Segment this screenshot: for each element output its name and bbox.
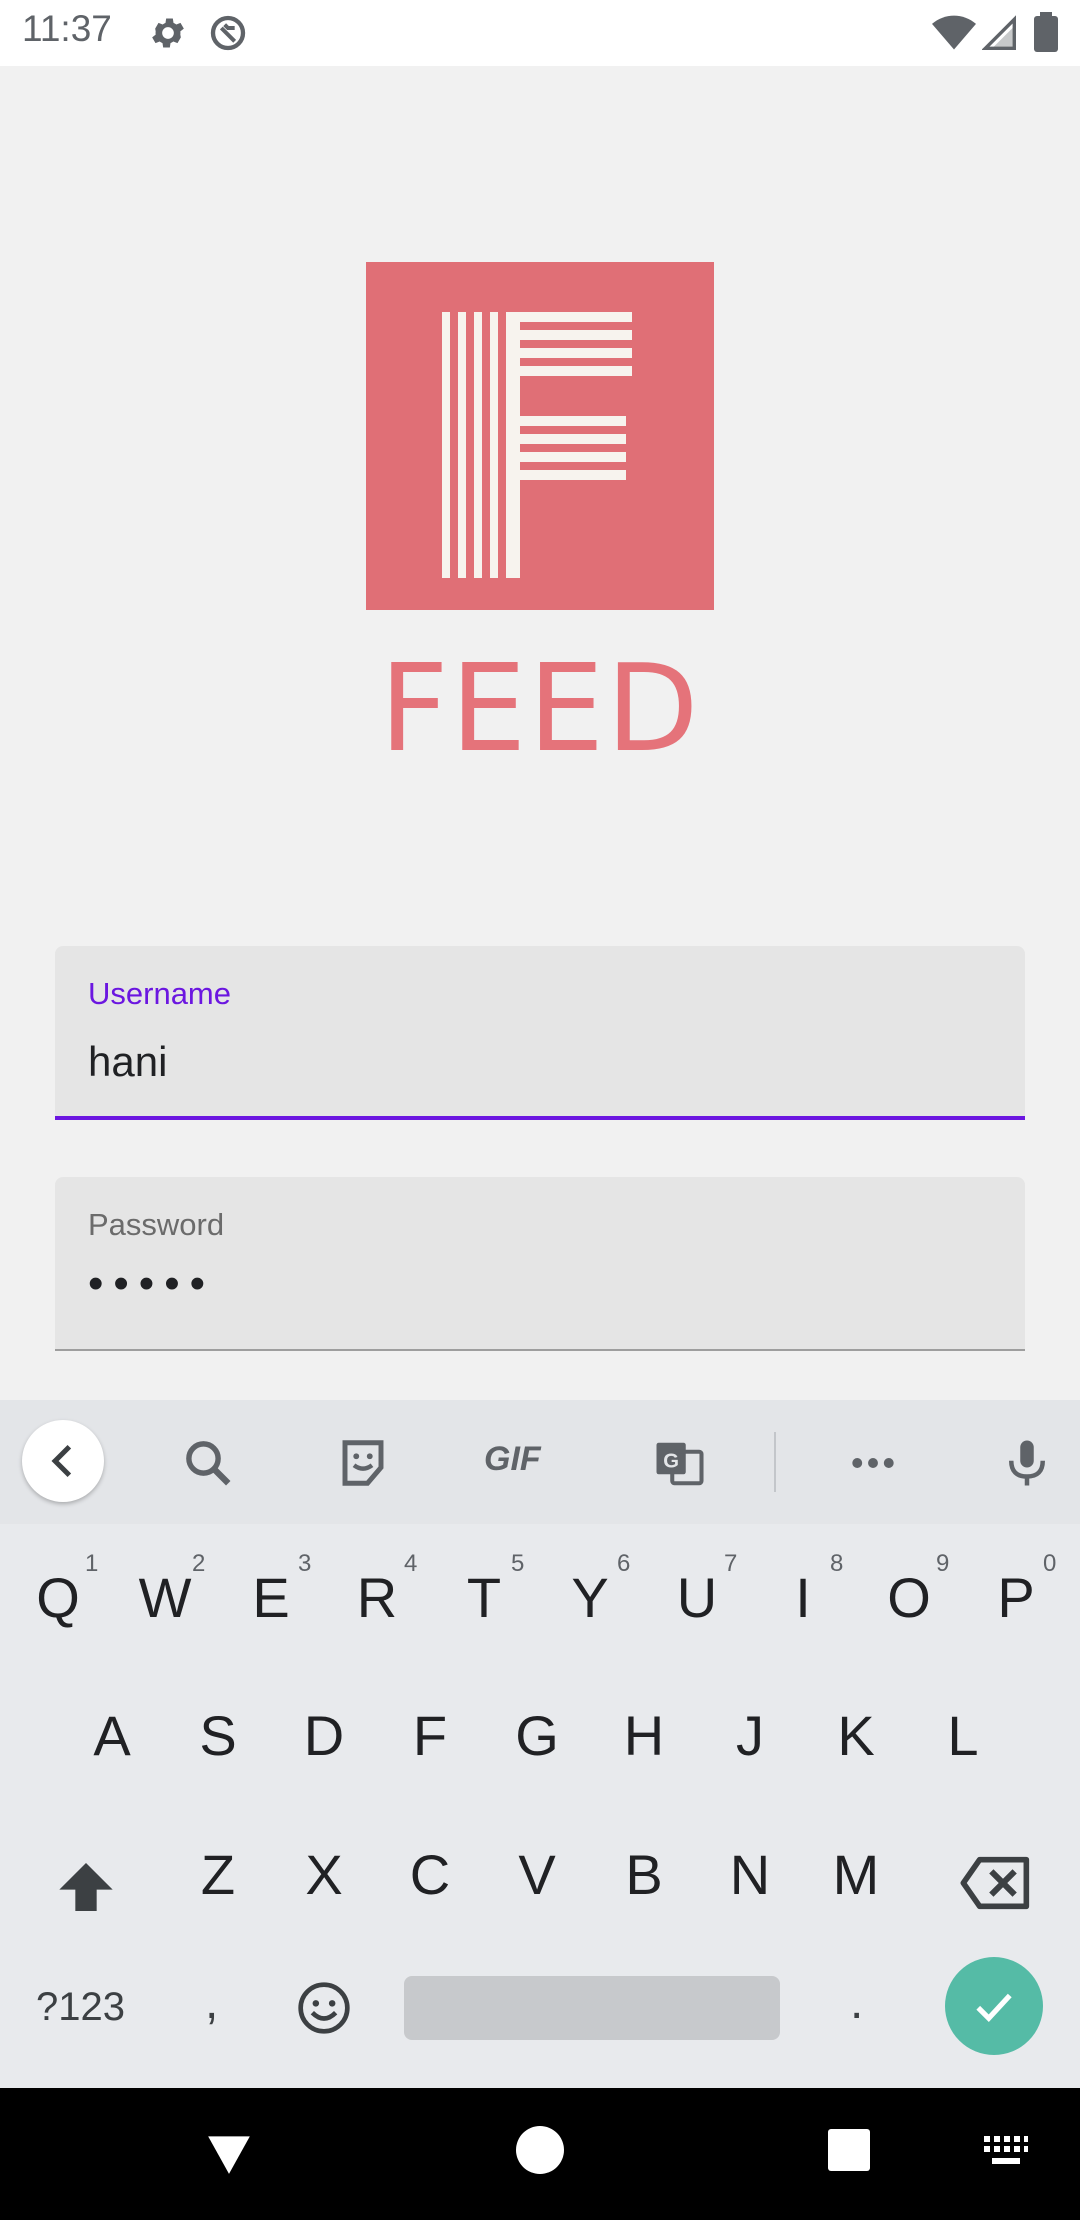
enter-button[interactable] (945, 1957, 1043, 2055)
username-value[interactable]: hani (88, 1038, 167, 1086)
wifi-icon (932, 15, 976, 50)
password-field[interactable]: Password ••••• (55, 1177, 1025, 1351)
key-h[interactable]: H (599, 1703, 689, 1768)
key-g[interactable]: G (492, 1703, 582, 1768)
shift-icon[interactable] (54, 1855, 118, 1919)
key-hint-2: 2 (192, 1550, 206, 1577)
battery-icon (1034, 12, 1058, 52)
signal-icon (982, 15, 1016, 50)
collapse-button[interactable] (22, 1420, 104, 1502)
mic-icon[interactable] (1000, 1436, 1054, 1490)
toolbar-divider (774, 1432, 776, 1492)
back-icon[interactable] (204, 2128, 254, 2178)
status-time: 11:37 (22, 8, 112, 49)
key-hint-0: 0 (1043, 1550, 1057, 1577)
key-z[interactable]: Z (173, 1842, 263, 1907)
password-label: Password (88, 1207, 225, 1242)
keyboard: GIF G Q 1 W 2 E 3 R 4 T 5 Y 6 U 7 I 8 O (0, 1400, 1080, 2088)
key-hint-6: 6 (617, 1550, 631, 1577)
search-icon[interactable] (181, 1436, 235, 1490)
emoji-icon[interactable] (296, 1980, 352, 2036)
symbols-key[interactable]: ?123 (36, 1985, 125, 2030)
gif-button[interactable]: GIF (484, 1440, 541, 1479)
key-b[interactable]: B (599, 1842, 689, 1907)
spacebar[interactable] (404, 1976, 780, 2040)
key-hint-8: 8 (830, 1550, 844, 1577)
settings-icon (152, 18, 184, 48)
key-m[interactable]: M (811, 1842, 901, 1907)
key-hint-1: 1 (85, 1550, 99, 1577)
key-hint-9: 9 (936, 1550, 950, 1577)
keyboard-toolbar: GIF G (0, 1400, 1080, 1524)
password-value[interactable]: ••••• (88, 1259, 215, 1309)
comma-key[interactable]: , (205, 1975, 218, 2030)
home-icon[interactable] (516, 2126, 564, 2174)
key-j[interactable]: J (705, 1703, 795, 1768)
key-v[interactable]: V (492, 1842, 582, 1907)
key-f[interactable]: F (385, 1703, 475, 1768)
key-hint-7: 7 (724, 1550, 738, 1577)
chevron-left-icon (51, 1444, 72, 1478)
key-k[interactable]: K (811, 1703, 901, 1768)
more-icon[interactable] (846, 1436, 900, 1490)
translate-icon[interactable]: G (652, 1436, 706, 1490)
svg-text:G: G (663, 1451, 679, 1473)
recents-icon[interactable] (828, 2129, 870, 2171)
check-icon (976, 1993, 1012, 2023)
key-a[interactable]: A (67, 1703, 157, 1768)
key-l[interactable]: L (918, 1703, 1008, 1768)
key-s[interactable]: S (173, 1703, 263, 1768)
key-d[interactable]: D (279, 1703, 369, 1768)
key-hint-4: 4 (404, 1550, 418, 1577)
sync-icon (210, 15, 246, 51)
period-key[interactable]: . (850, 1975, 863, 2030)
key-c[interactable]: C (385, 1842, 475, 1907)
sticker-icon[interactable] (336, 1436, 390, 1490)
status-bar: 11:37 (0, 0, 1080, 66)
username-label: Username (88, 976, 231, 1011)
username-field[interactable]: Username hani (55, 946, 1025, 1120)
brand-name: FEED (379, 640, 701, 779)
navigation-bar (0, 2088, 1080, 2220)
backspace-icon[interactable] (960, 1855, 1032, 1911)
key-hint-3: 3 (298, 1550, 312, 1577)
keyboard-switch-icon[interactable] (982, 2134, 1030, 2170)
key-n[interactable]: N (705, 1842, 795, 1907)
key-hint-5: 5 (511, 1550, 525, 1577)
key-x[interactable]: X (279, 1842, 369, 1907)
feed-logo (366, 262, 714, 610)
